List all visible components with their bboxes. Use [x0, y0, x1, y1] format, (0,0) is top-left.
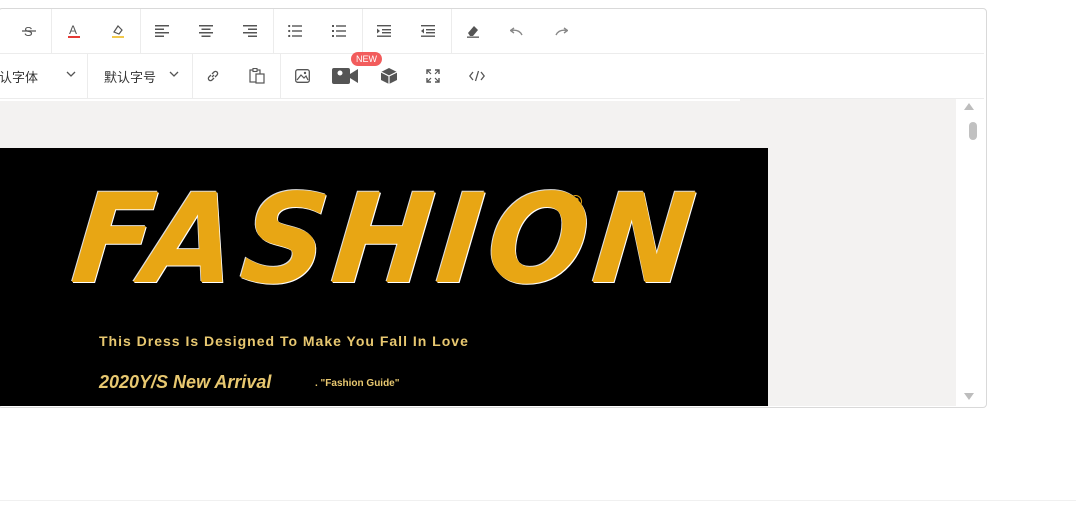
source-code-button[interactable]: [462, 62, 492, 90]
align-right-button[interactable]: [235, 17, 265, 45]
align-center-button[interactable]: [191, 17, 221, 45]
font-color-button[interactable]: A: [59, 17, 89, 45]
redo-icon: [555, 27, 568, 36]
align-center-icon: [199, 25, 213, 37]
chevron-down-icon: [169, 71, 179, 77]
insert-link-button[interactable]: [198, 62, 228, 90]
undo-icon: [510, 27, 523, 36]
registered-mark: ®: [569, 192, 583, 212]
font-color-icon: A: [68, 23, 80, 38]
align-left-button[interactable]: [147, 17, 177, 45]
scroll-down-arrow-icon[interactable]: [964, 393, 974, 400]
paste-button[interactable]: [242, 62, 272, 90]
numbered-list-icon: [332, 25, 346, 37]
indent-button[interactable]: [369, 17, 399, 45]
indent-icon: [377, 25, 391, 37]
insert-video-button[interactable]: [330, 62, 360, 90]
scrollbar-thumb[interactable]: [969, 122, 977, 140]
banner-tagline: This Dress Is Designed To Make You Fall …: [99, 333, 469, 349]
outdent-icon: [421, 25, 435, 37]
font-size-value: 默认字号: [104, 70, 157, 86]
highlight-icon: [112, 25, 124, 38]
fullscreen-icon: [426, 69, 440, 83]
fullscreen-button[interactable]: [418, 62, 448, 90]
highlight-button[interactable]: [103, 17, 133, 45]
strikethrough-button[interactable]: S: [14, 17, 44, 45]
image-icon: [294, 69, 310, 83]
toolbar-row-insert: 认字体 默认字号 NEW: [0, 52, 984, 99]
bulleted-list-button[interactable]: [280, 17, 310, 45]
align-left-icon: [155, 25, 169, 37]
insert-image-button[interactable]: [287, 62, 317, 90]
video-icon: [332, 68, 358, 84]
clear-format-icon: [467, 26, 479, 38]
redo-button[interactable]: [546, 17, 576, 45]
chevron-down-icon: [66, 71, 76, 77]
paste-icon: [249, 68, 265, 84]
clear-format-button[interactable]: [458, 17, 488, 45]
font-family-value: 认字体: [0, 70, 39, 86]
banner-arrival-text: 2020Y/S New Arrival: [99, 372, 272, 392]
font-size-select[interactable]: 默认字号: [104, 62, 184, 90]
insert-3d-button[interactable]: [374, 62, 404, 90]
fashion-banner-image[interactable]: FASHION ® This Dress Is Designed To Make…: [0, 148, 768, 406]
banner-title: FASHION: [66, 166, 708, 312]
strikethrough-icon: S: [22, 24, 36, 38]
bulleted-list-icon: [288, 25, 302, 37]
editor-content-area[interactable]: FASHION ® This Dress Is Designed To Make…: [0, 99, 956, 406]
align-right-icon: [243, 25, 257, 37]
font-color-glyph: A: [69, 23, 77, 37]
divider: [0, 500, 1076, 501]
banner-guide-text: . "Fashion Guide": [315, 378, 400, 389]
font-family-select[interactable]: 认字体: [0, 62, 79, 90]
code-icon: [469, 70, 485, 82]
rich-text-editor: S A 认字体 默认字号 NEW FASHION ® This Dress Is…: [0, 8, 987, 408]
link-icon: [207, 70, 219, 82]
scroll-up-arrow-icon[interactable]: [964, 103, 974, 110]
toolbar-row-formatting: S A: [0, 9, 984, 54]
outdent-button[interactable]: [413, 17, 443, 45]
cube-icon: [380, 68, 398, 84]
undo-button[interactable]: [502, 17, 532, 45]
vertical-scrollbar[interactable]: [956, 99, 984, 406]
numbered-list-button[interactable]: [324, 17, 354, 45]
